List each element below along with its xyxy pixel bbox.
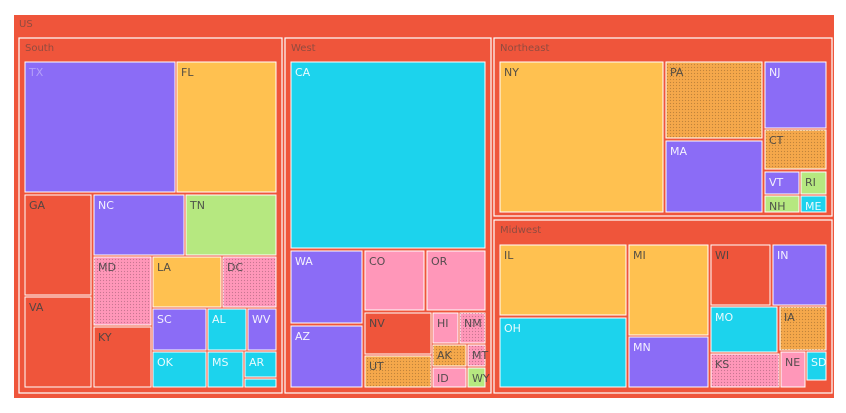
treemap-svg: US South TX FL GA NC TN VA MD LA DC KY SC AL WV OK MS AR W… <box>14 15 834 398</box>
state-label-ia: IA <box>784 311 795 324</box>
state-label-ga: GA <box>29 199 46 212</box>
state-label-ks: KS <box>715 358 729 371</box>
state-label-or: OR <box>431 255 448 268</box>
state-label-co: CO <box>369 255 386 268</box>
treemap-chart: US South TX FL GA NC TN VA MD LA DC KY SC AL WV OK MS AR W… <box>0 0 846 413</box>
state-tile-ca[interactable] <box>290 61 486 249</box>
state-label-ok: OK <box>157 356 174 369</box>
state-label-vt: VT <box>769 176 784 189</box>
state-label-ct: CT <box>769 134 784 147</box>
state-label-nj: NJ <box>769 66 780 79</box>
state-label-me: ME <box>805 200 821 213</box>
state-label-wa: WA <box>295 255 313 268</box>
state-label-sc: SC <box>157 313 172 326</box>
state-label-wy: WY <box>472 372 490 385</box>
region-label-midwest: Midwest <box>500 225 541 236</box>
state-label-az: AZ <box>295 330 311 343</box>
state-label-al: AL <box>212 313 227 326</box>
state-label-ky: KY <box>98 331 112 344</box>
state-tile-tx[interactable] <box>24 61 176 193</box>
root-label: US <box>19 19 33 30</box>
state-label-id: ID <box>437 372 449 385</box>
state-label-wv: WV <box>252 313 271 326</box>
state-label-mn: MN <box>633 341 651 354</box>
state-label-sd: SD <box>811 356 826 369</box>
state-label-fl: FL <box>181 66 194 79</box>
state-label-nc: NC <box>98 199 114 212</box>
state-label-wi: WI <box>715 249 729 262</box>
state-label-dc: DC <box>227 261 243 274</box>
state-label-ms: MS <box>212 356 228 369</box>
state-label-mo: MO <box>715 311 733 324</box>
state-tile-ny[interactable] <box>499 61 664 213</box>
state-tile-de[interactable] <box>244 378 277 388</box>
state-label-nv: NV <box>369 317 385 330</box>
state-label-ar: AR <box>249 356 265 369</box>
state-label-il: IL <box>504 249 514 262</box>
state-label-mt: MT <box>472 349 488 362</box>
region-label-west: West <box>291 43 316 54</box>
state-label-ny: NY <box>504 66 519 79</box>
region-label-south: South <box>25 43 54 54</box>
state-label-ak: AK <box>437 349 453 362</box>
state-tile-il[interactable] <box>499 244 627 316</box>
state-label-ca: CA <box>295 66 311 79</box>
state-label-nh: NH <box>769 200 786 213</box>
region-label-northeast: Northeast <box>500 43 549 54</box>
state-label-mi: MI <box>633 249 646 262</box>
state-label-ut: UT <box>369 360 384 373</box>
state-label-la: LA <box>157 261 171 274</box>
state-label-md: MD <box>98 261 116 274</box>
state-label-ma: MA <box>670 145 687 158</box>
state-label-nm: NM <box>464 317 482 330</box>
state-label-in: IN <box>777 249 788 262</box>
state-tile-fl[interactable] <box>176 61 277 193</box>
state-label-oh: OH <box>504 322 521 335</box>
state-label-tn: TN <box>189 199 205 212</box>
state-label-pa: PA <box>670 66 684 79</box>
state-label-tx: TX <box>28 66 44 79</box>
state-label-ri: RI <box>805 176 816 189</box>
state-label-va: VA <box>29 301 44 314</box>
state-label-ne: NE <box>785 356 800 369</box>
state-label-hi: HI <box>437 317 449 330</box>
